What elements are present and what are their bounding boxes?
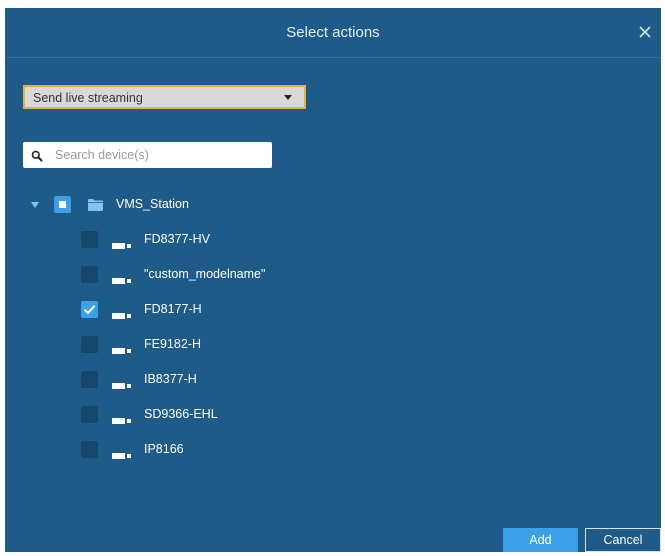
- camera-icon: [112, 236, 132, 249]
- select-actions-dialog: Select actions Send live streaming Searc…: [5, 8, 661, 552]
- device-label: "custom_modelname": [144, 267, 266, 281]
- device-label: FD8177-H: [144, 302, 202, 316]
- device-checkbox[interactable]: [81, 231, 98, 248]
- camera-icon: [112, 446, 132, 459]
- dialog-title: Select actions: [286, 24, 380, 41]
- close-icon[interactable]: [635, 22, 655, 42]
- folder-icon: [88, 198, 103, 211]
- camera-icon: [112, 341, 132, 354]
- tree-root-label: VMS_Station: [116, 197, 189, 211]
- device-checkbox[interactable]: [81, 266, 98, 283]
- device-search-input[interactable]: [53, 144, 267, 166]
- device-label: IB8377-H: [144, 372, 197, 386]
- action-dropdown-value: Send live streaming: [33, 91, 143, 105]
- device-checkbox[interactable]: [81, 301, 98, 318]
- device-label: IP8166: [144, 442, 184, 456]
- caret-down-icon: [284, 95, 292, 100]
- checkmark-icon: [83, 305, 96, 315]
- device-checkbox[interactable]: [81, 441, 98, 458]
- root-checkbox[interactable]: [54, 196, 71, 213]
- action-dropdown[interactable]: Send live streaming: [23, 85, 306, 109]
- device-search-box: [23, 142, 272, 168]
- cancel-button[interactable]: Cancel: [585, 528, 661, 552]
- dialog-titlebar: Select actions: [5, 8, 661, 58]
- camera-icon: [112, 271, 132, 284]
- device-label: FE9182-H: [144, 337, 201, 351]
- camera-icon: [112, 306, 132, 319]
- search-icon: [31, 149, 43, 162]
- camera-icon: [112, 376, 132, 389]
- device-checkbox[interactable]: [81, 336, 98, 353]
- expand-toggle-icon[interactable]: [31, 202, 39, 208]
- add-button[interactable]: Add: [503, 528, 578, 552]
- device-checkbox[interactable]: [81, 371, 98, 388]
- device-label: FD8377-HV: [144, 232, 210, 246]
- camera-icon: [112, 411, 132, 424]
- device-checkbox[interactable]: [81, 406, 98, 423]
- device-label: SD9366-EHL: [144, 407, 218, 421]
